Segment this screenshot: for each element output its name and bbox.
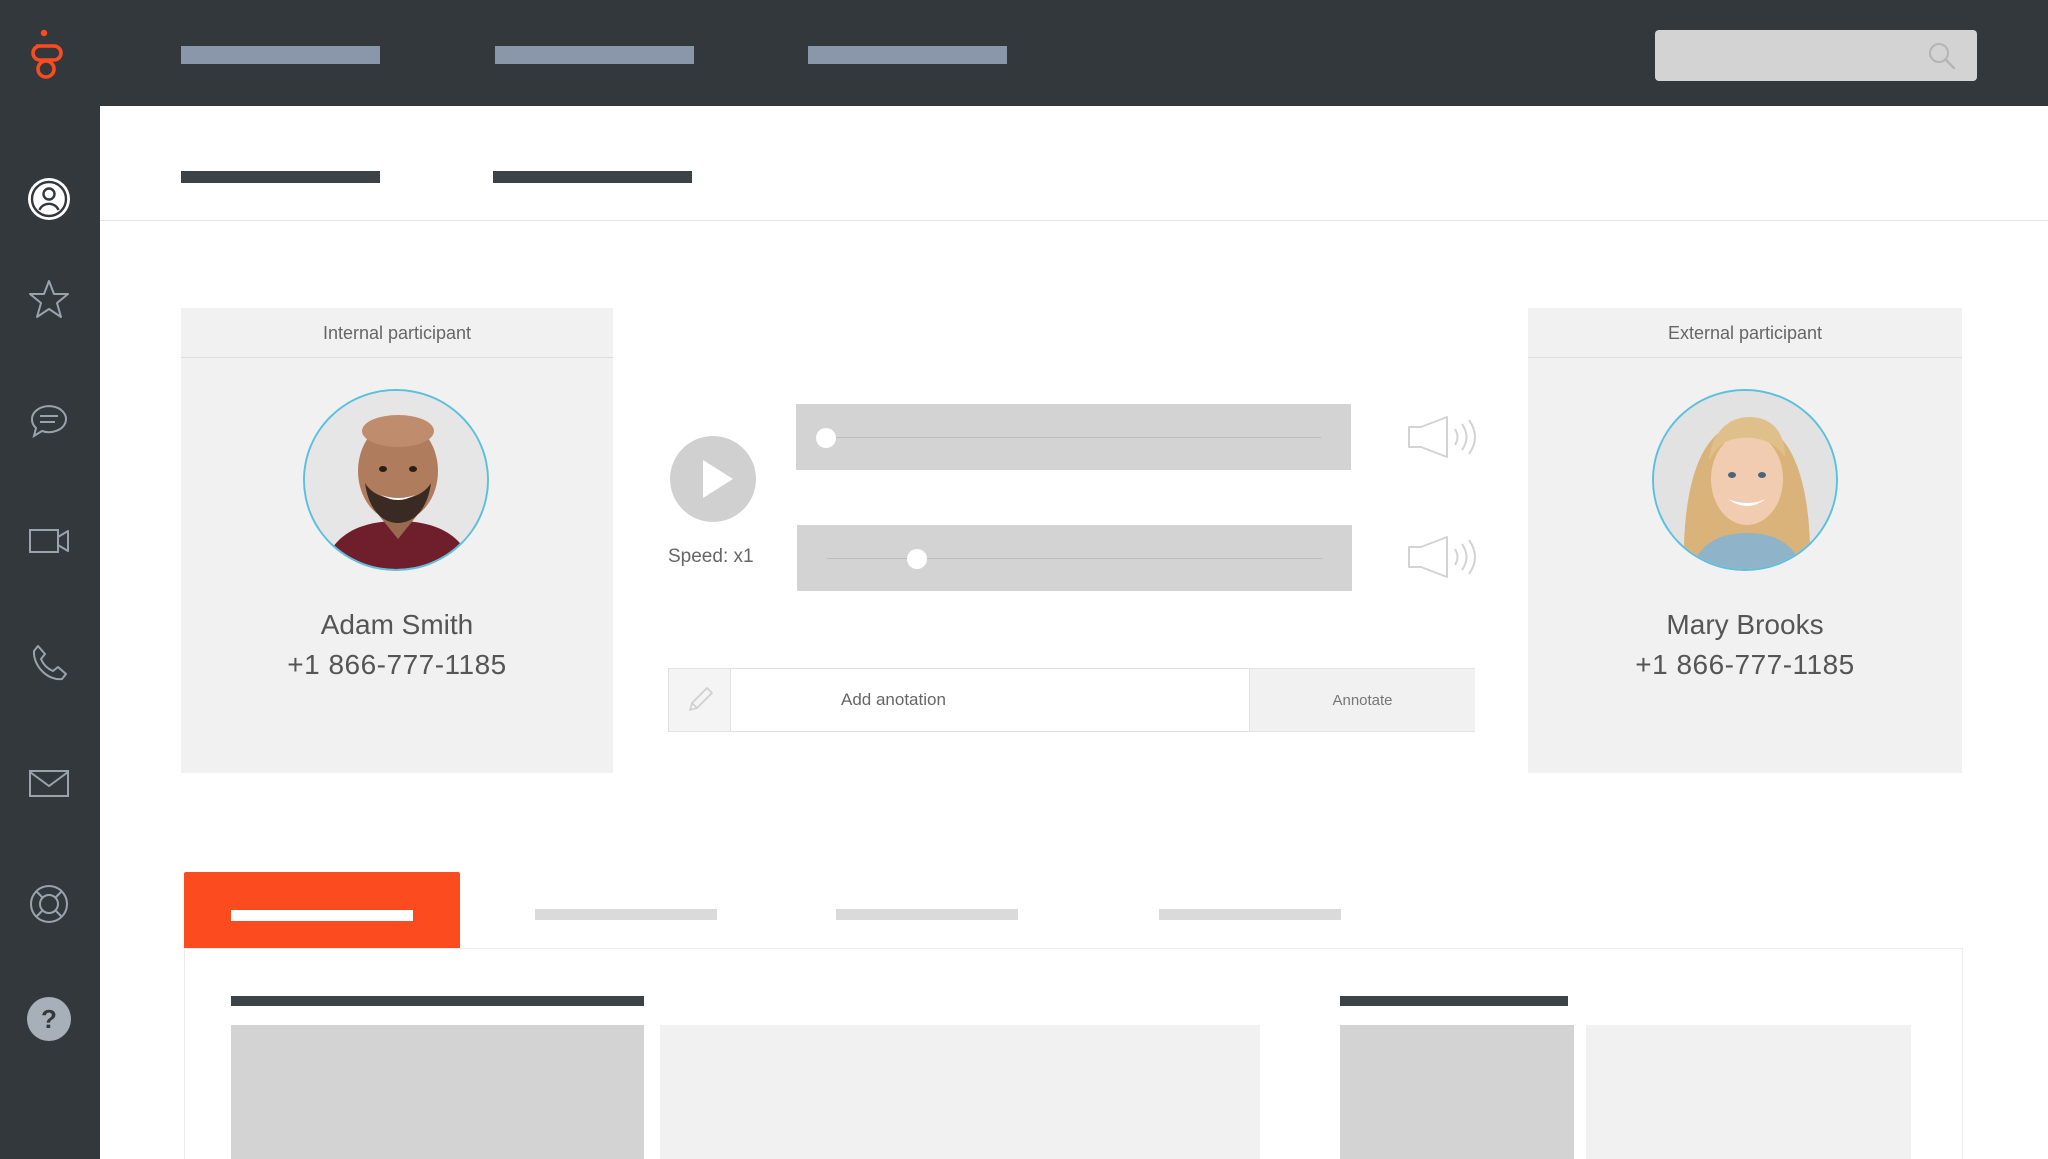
track-knob[interactable] — [816, 428, 836, 448]
tab-4[interactable] — [1159, 909, 1341, 920]
help-glyph: ? — [27, 997, 71, 1041]
tab-2[interactable] — [535, 909, 717, 920]
participant-name: Mary Brooks — [1666, 609, 1824, 640]
nav-item-3[interactable] — [808, 46, 1007, 64]
speaker-volume-icon[interactable] — [1405, 535, 1479, 579]
card-header: External participant — [1528, 308, 1962, 358]
top-bar — [0, 0, 2048, 106]
participant-name: Adam Smith — [320, 609, 474, 640]
internal-participant-card: Internal participant Adam Smith +1 866-7… — [181, 308, 613, 773]
avatar — [303, 389, 489, 571]
mail-icon[interactable] — [27, 761, 71, 805]
annotate-button[interactable]: Annotate — [1249, 669, 1475, 731]
play-button[interactable] — [670, 436, 756, 522]
section-title-placeholder — [1340, 996, 1568, 1006]
nav-item-1[interactable] — [181, 46, 380, 64]
tab-1-active[interactable] — [184, 872, 460, 949]
speed-label[interactable]: Speed: x1 — [668, 546, 754, 568]
content-block — [660, 1025, 1260, 1159]
content-block — [231, 1025, 644, 1159]
sub-nav-item-2[interactable] — [493, 171, 692, 183]
track-line — [827, 558, 1322, 559]
audio-track-external[interactable] — [797, 525, 1352, 591]
chat-bubble-icon[interactable] — [27, 399, 71, 443]
annotation-input[interactable] — [731, 669, 1217, 731]
search-input[interactable] — [1655, 30, 1915, 81]
search-box[interactable] — [1655, 30, 1977, 81]
tab-3[interactable] — [836, 909, 1018, 920]
content-block — [1340, 1025, 1574, 1159]
user-profile-icon[interactable] — [27, 177, 71, 221]
annotation-bar: Annotate — [668, 668, 1475, 732]
track-knob[interactable] — [907, 549, 928, 569]
tab-label — [231, 910, 413, 921]
track-line — [826, 437, 1321, 438]
speaker-volume-icon[interactable] — [1405, 415, 1479, 459]
card-header: Internal participant — [181, 308, 613, 358]
search-icon[interactable] — [1927, 41, 1957, 71]
audio-track-internal[interactable] — [796, 404, 1351, 470]
sub-nav-item-1[interactable] — [181, 171, 380, 183]
star-icon[interactable] — [27, 277, 71, 321]
section-title-placeholder — [231, 996, 644, 1006]
play-icon — [703, 460, 733, 498]
content-block — [1586, 1025, 1911, 1159]
external-participant-card: External participant Mary Brooks +1 866-… — [1528, 308, 1962, 773]
help-icon[interactable]: ? — [27, 997, 71, 1041]
avatar — [1652, 389, 1838, 571]
lifebuoy-icon[interactable] — [27, 882, 71, 926]
video-camera-icon[interactable] — [27, 519, 71, 563]
genesys-logo-icon[interactable] — [28, 24, 64, 80]
nav-item-2[interactable] — [495, 46, 694, 64]
participant-phone: +1 866-777-1185 — [1635, 649, 1855, 680]
sub-header — [100, 106, 2048, 221]
pencil-icon — [669, 669, 731, 731]
participant-phone: +1 866-777-1185 — [287, 649, 507, 680]
sidebar: ? — [0, 106, 100, 1159]
phone-icon[interactable] — [27, 641, 71, 685]
